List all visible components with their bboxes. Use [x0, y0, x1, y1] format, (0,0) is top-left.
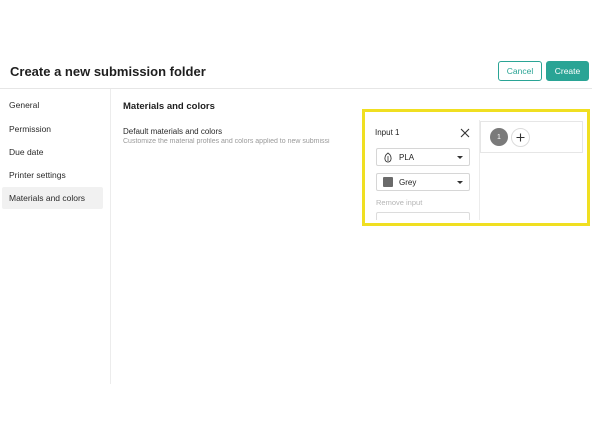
- setting-label: Default materials and colors: [123, 127, 223, 136]
- create-button[interactable]: Create: [546, 61, 589, 81]
- page-title: Create a new submission folder: [10, 64, 206, 79]
- sidebar: General Permission Due date Printer sett…: [0, 89, 111, 384]
- setting-description: Customize the material profiles and colo…: [123, 138, 330, 145]
- sidebar-item-due-date[interactable]: Due date: [2, 141, 103, 163]
- highlight-box: [362, 109, 590, 226]
- section-title: Materials and colors: [123, 101, 215, 112]
- sidebar-item-printer-settings[interactable]: Printer settings: [2, 164, 103, 186]
- sidebar-item-general[interactable]: General: [2, 94, 103, 116]
- cancel-button[interactable]: Cancel: [498, 61, 542, 81]
- sidebar-item-permission[interactable]: Permission: [2, 118, 103, 140]
- dialog-header: Create a new submission folder Cancel Cr…: [0, 54, 592, 89]
- sidebar-item-materials-and-colors[interactable]: Materials and colors: [2, 187, 103, 209]
